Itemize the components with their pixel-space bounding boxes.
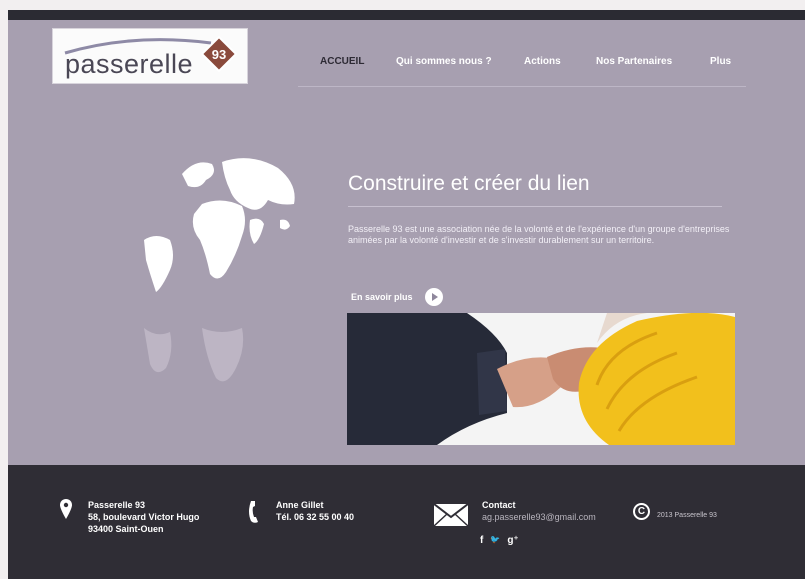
nav-item-accueil[interactable]: ACCUEIL	[320, 56, 364, 67]
page: passerelle 93 ACCUEIL Qui sommes nous ? …	[8, 10, 805, 579]
contact-email[interactable]: ag.passerelle93@gmail.com	[482, 511, 596, 523]
copyright-text: 2013 Passerelle 93	[657, 512, 717, 519]
hero-description: Passerelle 93 est une association née de…	[348, 224, 730, 245]
logo-text: passerelle	[65, 49, 194, 79]
phone-contact-name: Anne Gillet	[276, 500, 324, 510]
nav-item-plus[interactable]: Plus	[710, 56, 731, 67]
address-street: 58, boulevard Victor Hugo	[88, 512, 200, 522]
twitter-icon[interactable]: 🐦	[490, 535, 500, 546]
nav-item-qui-sommes-nous[interactable]: Qui sommes nous ?	[396, 56, 492, 67]
handshake-photo	[347, 313, 735, 445]
globe-icon	[144, 158, 295, 292]
nav-divider	[298, 86, 746, 87]
copyright-icon: C	[633, 503, 650, 520]
hero-divider	[348, 206, 722, 207]
contact-label: Contact	[482, 500, 516, 510]
social-links: f 🐦 g⁺	[480, 535, 519, 546]
contact-block: Contact ag.passerelle93@gmail.com	[482, 499, 596, 523]
globe-reflection	[144, 328, 244, 382]
facebook-icon[interactable]: f	[480, 535, 483, 546]
map-pin-icon	[60, 499, 72, 519]
phone-icon	[249, 501, 258, 523]
top-bar	[8, 10, 805, 20]
play-icon[interactable]	[424, 288, 443, 306]
envelope-icon	[433, 503, 469, 527]
logo-badge-icon: 93	[201, 36, 237, 72]
googleplus-icon[interactable]: g⁺	[507, 535, 518, 546]
phone-block: Anne Gillet Tél. 06 32 55 00 40	[276, 499, 354, 523]
phone-number[interactable]: Tél. 06 32 55 00 40	[276, 511, 354, 523]
address-name: Passerelle 93	[88, 500, 146, 510]
footer: Passerelle 93 58, boulevard Victor Hugo …	[8, 465, 805, 579]
nav-item-partenaires[interactable]: Nos Partenaires	[596, 56, 672, 67]
nav-item-actions[interactable]: Actions	[524, 56, 561, 67]
hero-title: Construire et créer du lien	[348, 172, 590, 195]
learn-more-link[interactable]: En savoir plus	[351, 288, 443, 306]
address-city: 93400 Saint-Ouen	[88, 524, 164, 534]
logo-badge-text: 93	[212, 47, 226, 62]
address-block: Passerelle 93 58, boulevard Victor Hugo …	[88, 499, 199, 535]
learn-more-label: En savoir plus	[351, 292, 413, 302]
